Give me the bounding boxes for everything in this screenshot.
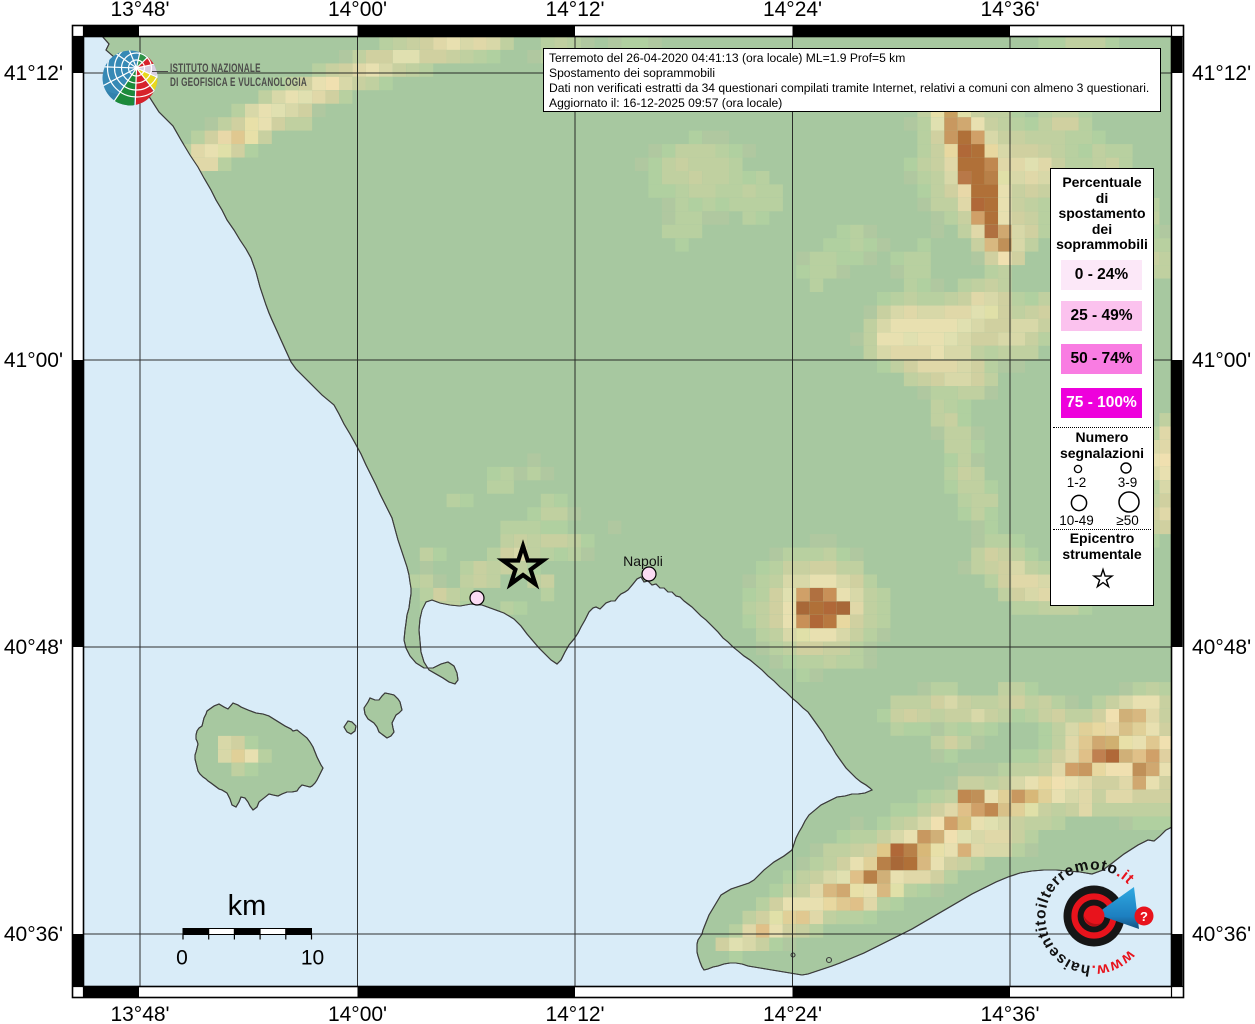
svg-text:ISTITUTO NAZIONALE: ISTITUTO NAZIONALE <box>170 63 261 76</box>
svg-text:0: 0 <box>176 947 188 970</box>
svg-text:10: 10 <box>301 947 324 970</box>
svg-text:Napoli: Napoli <box>623 553 663 569</box>
svg-text:km: km <box>228 890 267 922</box>
svg-text:DI GEOFISICA E VULCANOLOGIA: DI GEOFISICA E VULCANOLOGIA <box>170 77 307 90</box>
svg-text:?: ? <box>1140 909 1148 924</box>
